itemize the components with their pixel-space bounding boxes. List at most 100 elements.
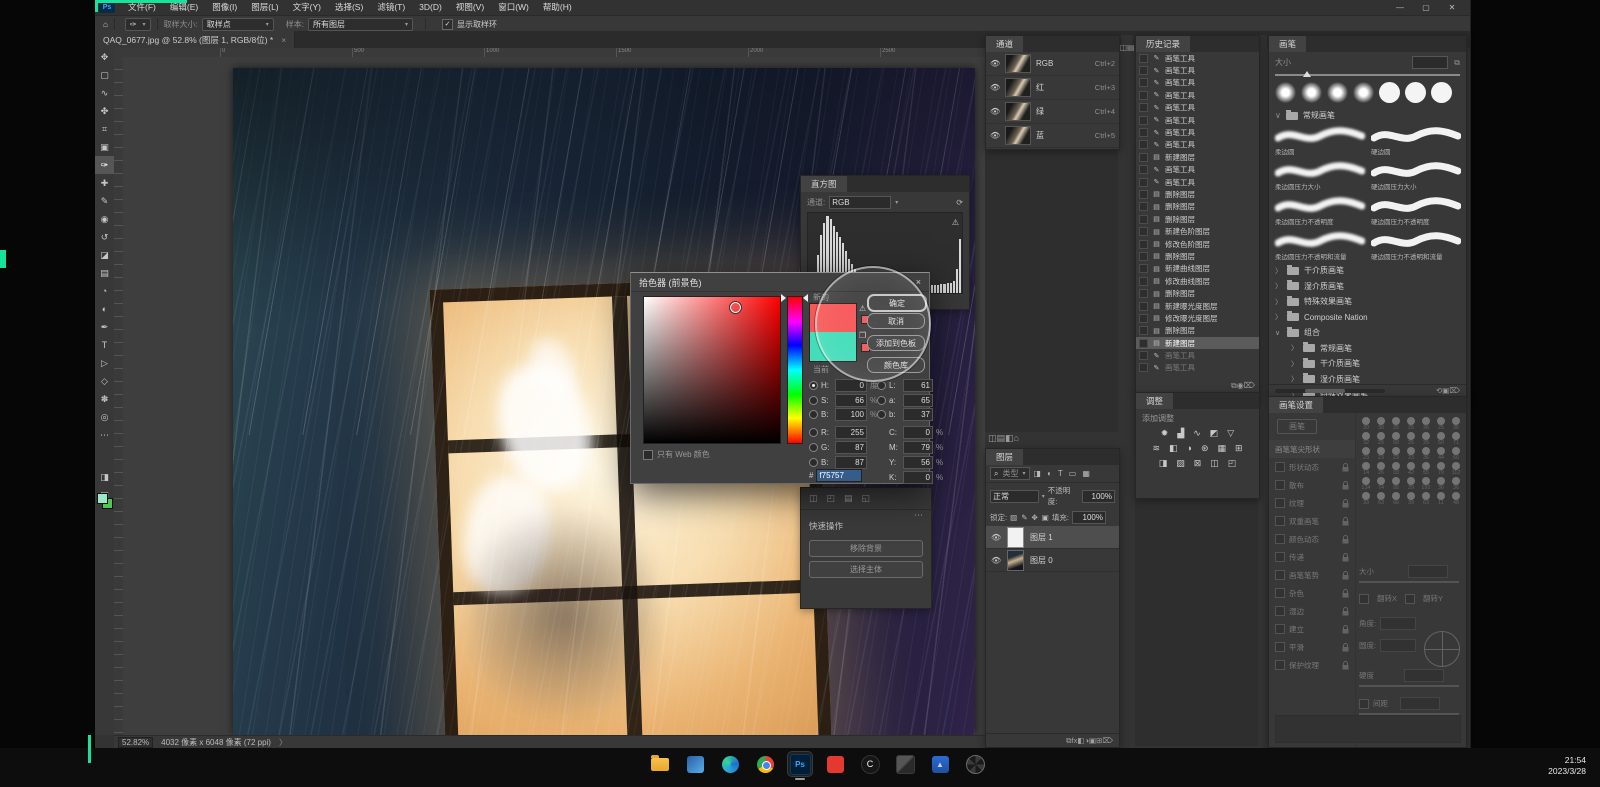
lock-icon[interactable]	[1342, 553, 1349, 562]
tool-button[interactable]: ◪	[95, 246, 114, 264]
brush-size-value[interactable]	[1412, 56, 1448, 69]
history-source-well[interactable]	[1139, 165, 1148, 174]
menu-item[interactable]: 视图(V)	[449, 0, 491, 15]
taskbar-app-icon[interactable]	[823, 752, 847, 776]
lock-icon[interactable]: ▨	[1010, 513, 1017, 522]
properties-icon[interactable]: ◱	[862, 493, 871, 504]
brush-folder-row[interactable]: ∨ 组合	[1269, 325, 1466, 341]
tool-button[interactable]: ⌗	[95, 120, 114, 138]
brush-stroke-preset[interactable]: 柔边圆	[1275, 124, 1365, 158]
ok-button[interactable]: 确定	[867, 294, 927, 312]
tool-button[interactable]: ▢	[95, 66, 114, 84]
lock-icon[interactable]	[1342, 643, 1349, 652]
brush-tip[interactable]: 30	[1374, 417, 1388, 431]
taskbar-app-icon[interactable]	[613, 752, 637, 776]
visibility-eye-icon[interactable]: 👁	[991, 533, 1001, 542]
lock-icon[interactable]	[1342, 661, 1349, 670]
brush-tip[interactable]: 25	[1389, 417, 1403, 431]
history-source-well[interactable]	[1139, 363, 1148, 372]
history-source-well[interactable]	[1139, 153, 1148, 162]
menu-item[interactable]: 窗口(W)	[491, 0, 536, 15]
brush-tip[interactable]: 36	[1419, 447, 1433, 461]
field-radio[interactable]	[809, 458, 818, 467]
history-source-well[interactable]	[1139, 240, 1148, 249]
brush-button[interactable]: 画笔	[1277, 419, 1317, 434]
expand-arrow-icon[interactable]: 〉	[1275, 297, 1282, 307]
history-source-well[interactable]	[1139, 227, 1148, 236]
brush-tip[interactable]: 36	[1449, 477, 1463, 491]
brush-size-slider[interactable]	[1275, 74, 1460, 76]
field-input[interactable]: 0	[835, 379, 867, 392]
history-entry[interactable]: ✎ 画笔工具	[1136, 52, 1259, 64]
gamut-warning-icon[interactable]: ⚠	[859, 304, 866, 313]
history-entry[interactable]: ✎ 画笔工具	[1136, 77, 1259, 89]
menu-item[interactable]: 图层(L)	[244, 0, 285, 15]
adjustment-icon[interactable]: ◫	[1210, 458, 1219, 469]
brush-tip[interactable]: 32	[1359, 432, 1373, 446]
tool-button[interactable]: ◇	[95, 372, 114, 390]
brush-option-row[interactable]: 杂色	[1269, 584, 1355, 602]
tip-shape-row[interactable]: 画笔笔尖形状	[1269, 440, 1355, 458]
brush-tip[interactable]: 23	[1389, 447, 1403, 461]
brush-preset[interactable]	[1405, 82, 1426, 103]
taskbar-app-icon[interactable]	[718, 752, 742, 776]
field-input[interactable]: 0	[903, 426, 933, 439]
history-source-well[interactable]	[1139, 351, 1148, 360]
tool-button[interactable]: ∿	[95, 84, 114, 102]
history-entry[interactable]: ▤ 删除图层	[1136, 188, 1259, 200]
blend-mode-dropdown[interactable]: 正常	[990, 490, 1039, 503]
layers-bottom-icon[interactable]: ⌦	[1102, 736, 1113, 745]
brushes-tab[interactable]: 画笔	[1269, 36, 1306, 52]
brush-tip[interactable]: 63	[1374, 492, 1388, 506]
foreground-color-swatch[interactable]	[97, 493, 108, 504]
history-entry[interactable]: ▤ 修改曝光度图层	[1136, 312, 1259, 324]
field-input[interactable]: 66	[835, 394, 867, 407]
history-source-well[interactable]	[1139, 215, 1148, 224]
history-source-well[interactable]	[1139, 277, 1148, 286]
option-checkbox[interactable]	[1275, 462, 1285, 472]
brush-tip[interactable]: 30	[1359, 417, 1373, 431]
brush-tip[interactable]: 55	[1419, 462, 1433, 476]
dock-icon[interactable]: ▤	[997, 433, 1006, 443]
field-input[interactable]: 61	[903, 379, 933, 392]
brush-preset[interactable]	[1353, 82, 1374, 103]
saturation-brightness-field[interactable]	[643, 296, 781, 444]
field-input[interactable]: 87	[835, 441, 867, 454]
brush-stroke-preset[interactable]: 硬边圆压力不透明和流量	[1371, 229, 1461, 263]
brush-option-row[interactable]: 湿边	[1269, 602, 1355, 620]
brush-option-row[interactable]: 纹理	[1269, 494, 1355, 512]
spacing-checkbox[interactable]	[1359, 699, 1369, 709]
lock-icon[interactable]	[1342, 463, 1349, 472]
brush-tip[interactable]: 95	[1389, 477, 1403, 491]
cancel-button[interactable]: 取消	[867, 313, 925, 329]
brush-folder-row[interactable]: 〉 干介质画笔	[1269, 356, 1466, 372]
brush-tip[interactable]: 42	[1404, 462, 1418, 476]
history-entry[interactable]: ▤ 新建图层	[1136, 151, 1259, 163]
brush-folder-row[interactable]: 〉 常规画笔	[1269, 341, 1466, 357]
history-source-well[interactable]	[1139, 178, 1148, 187]
brush-folder-row[interactable]: 〉 干介质画笔	[1269, 263, 1466, 279]
brush-tip[interactable]: 25	[1404, 432, 1418, 446]
brush-tip[interactable]: 112	[1449, 462, 1463, 476]
color-marker[interactable]	[730, 302, 741, 313]
field-input[interactable]: 0	[903, 471, 933, 484]
history-source-well[interactable]	[1139, 302, 1148, 311]
option-checkbox[interactable]	[1275, 570, 1285, 580]
tool-button[interactable]: ✽	[95, 390, 114, 408]
brush-preset[interactable]	[1431, 82, 1452, 103]
tool-button[interactable]: ◉	[95, 210, 114, 228]
brush-option-row[interactable]: 画笔笔势	[1269, 566, 1355, 584]
histogram-channel-dropdown[interactable]: RGB	[829, 196, 891, 209]
layer-thumbnail[interactable]	[1007, 550, 1024, 571]
menu-item[interactable]: 图像(I)	[205, 0, 244, 15]
history-entry[interactable]: ✎ 画笔工具	[1136, 164, 1259, 176]
history-entry[interactable]: ▤ 删除图层	[1136, 287, 1259, 299]
taskbar-app-icon[interactable]	[648, 752, 672, 776]
brush-option-row[interactable]: 散布	[1269, 476, 1355, 494]
channel-row[interactable]: 👁 绿 Ctrl+4	[986, 100, 1119, 124]
layer-filter-icon[interactable]: ◨	[1034, 469, 1042, 478]
brush-group-row[interactable]: ∨ 常规画笔	[1269, 107, 1466, 124]
menu-item[interactable]: 帮助(H)	[536, 0, 579, 15]
visibility-eye-icon[interactable]: 👁	[991, 556, 1001, 565]
layer-filter-icon[interactable]: ▦	[1082, 469, 1090, 478]
